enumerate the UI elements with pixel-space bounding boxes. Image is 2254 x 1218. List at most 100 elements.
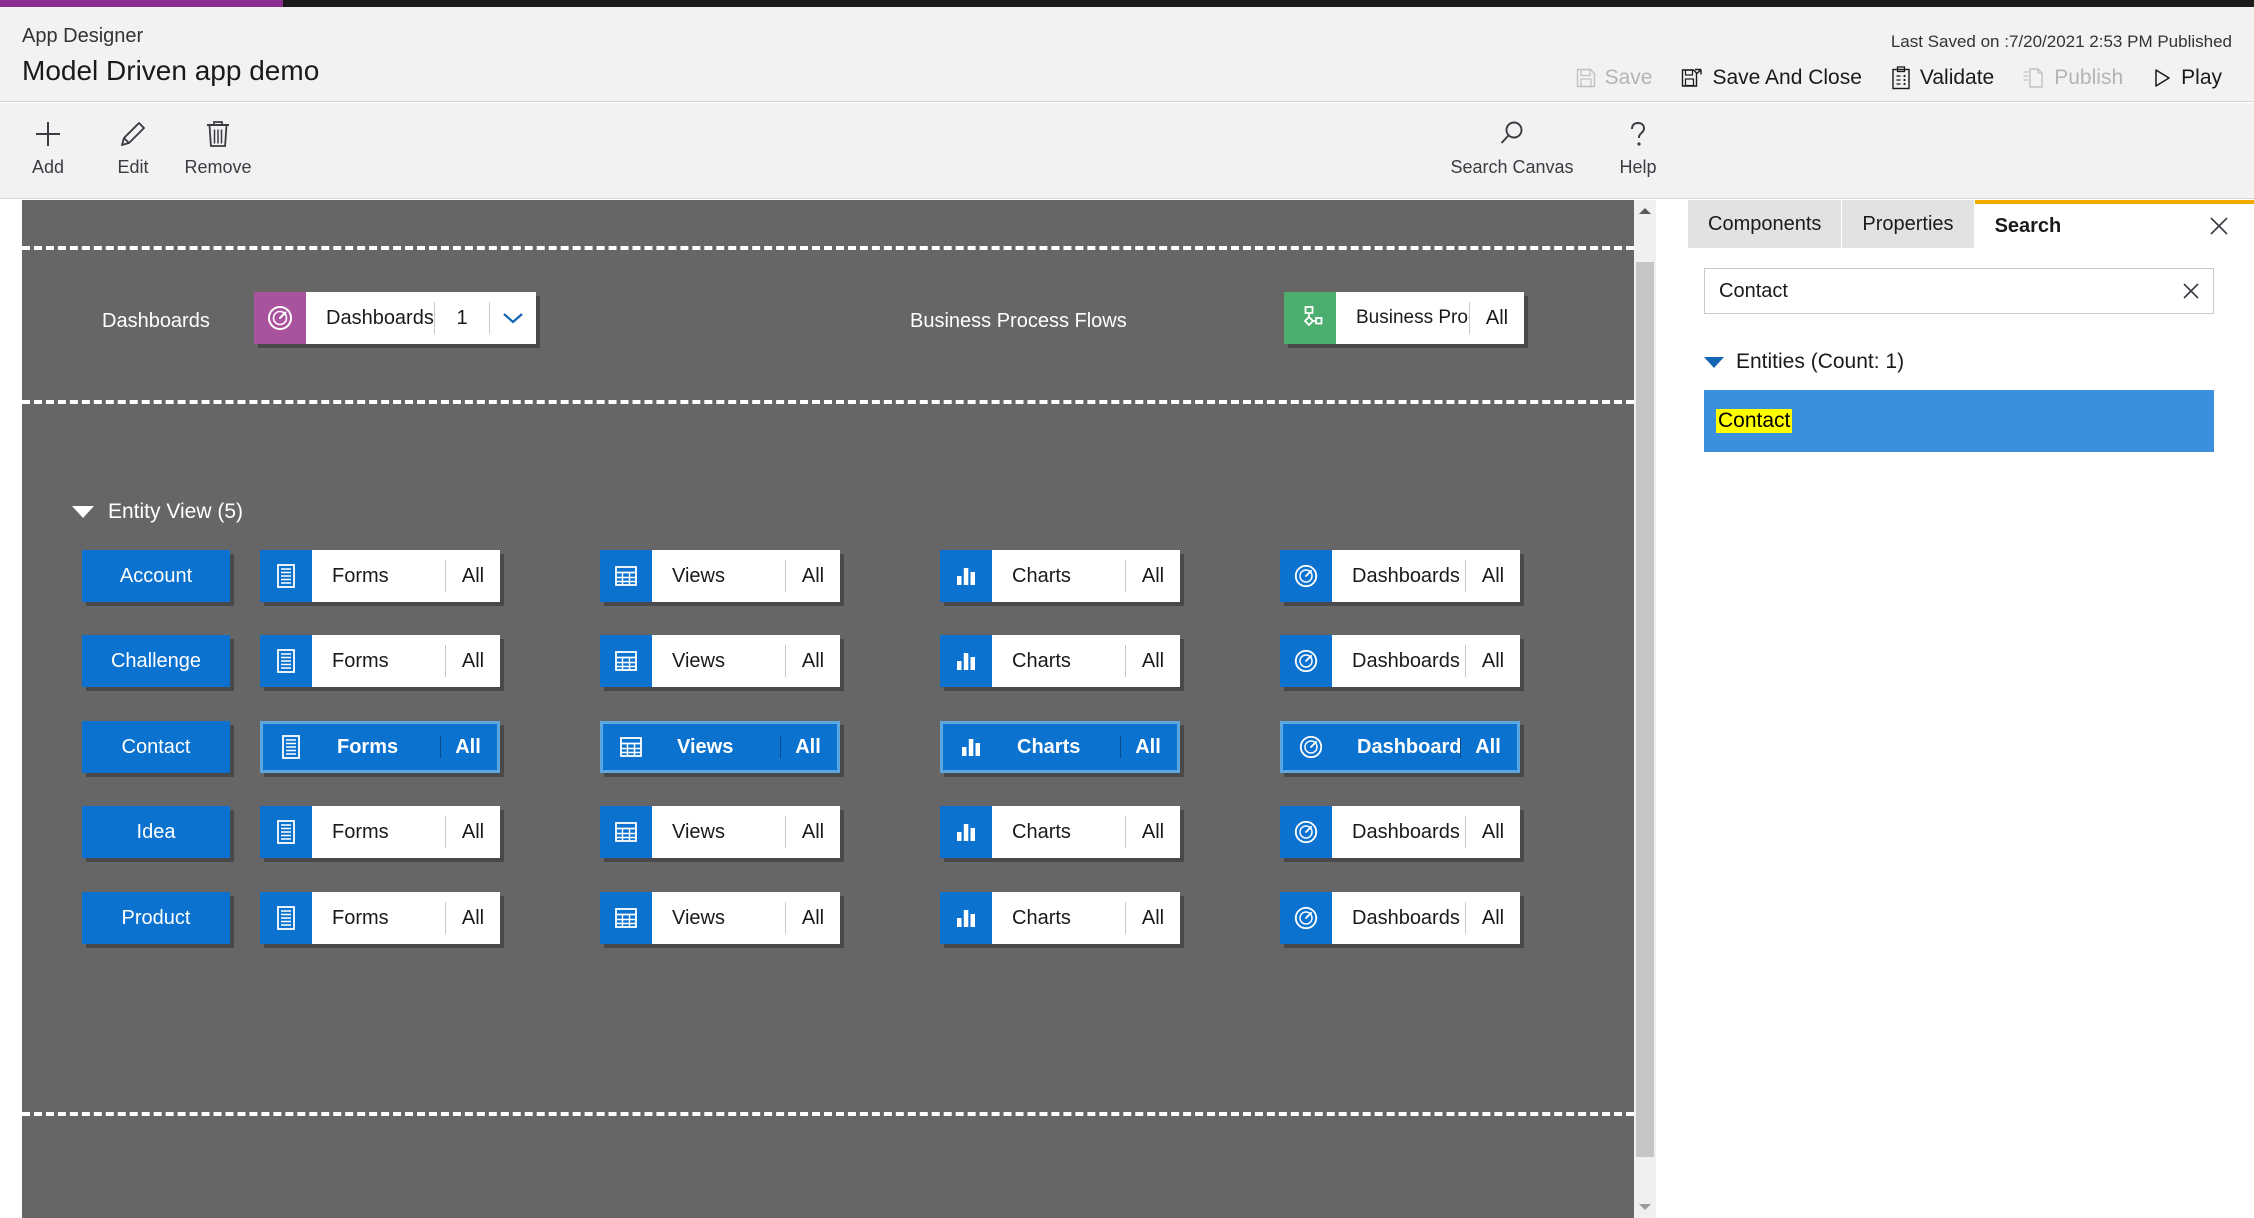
scroll-down-arrow-icon[interactable] (1634, 1196, 1656, 1218)
trash-icon (203, 113, 233, 155)
entity-button-idea[interactable]: Idea (82, 806, 230, 858)
component-tile-views[interactable]: Views All (600, 550, 840, 602)
publish-button[interactable]: Publish (2008, 62, 2137, 94)
entity-button-product[interactable]: Product (82, 892, 230, 944)
dashboards-tile[interactable]: Dashboards 1 (254, 292, 536, 344)
breadcrumb: App Designer (22, 25, 144, 47)
grid-table-icon (600, 806, 652, 858)
component-tile-dashboards[interactable]: Dashboards All (1280, 892, 1520, 944)
help-label: Help (1619, 157, 1657, 177)
entity-button-label: Product (121, 906, 191, 929)
search-input[interactable] (1705, 279, 2169, 303)
panel-tab-strip: Components Properties Search (1688, 200, 2254, 248)
component-tile-count: All (1141, 649, 1165, 672)
canvas-vertical-scrollbar[interactable] (1634, 200, 1656, 1218)
component-tile-charts[interactable]: Charts All (940, 635, 1180, 687)
component-tile-dashboards[interactable]: Dashboards All (1280, 635, 1520, 687)
bpf-tile-count: All (1485, 306, 1509, 329)
entity-button-challenge[interactable]: Challenge (82, 635, 230, 687)
dashboard-gauge-icon (1280, 635, 1332, 687)
component-tile-forms[interactable]: Forms All (260, 550, 500, 602)
tab-components[interactable]: Components (1688, 200, 1843, 248)
search-field[interactable] (1704, 268, 2214, 314)
grid-table-icon (600, 892, 652, 944)
component-tile-count: All (461, 906, 485, 929)
bar-chart-icon (940, 635, 992, 687)
search-canvas-button[interactable]: Search Canvas (1442, 113, 1582, 178)
entity-button-contact[interactable]: Contact (82, 721, 230, 773)
component-tile-charts[interactable]: Charts All (940, 550, 1180, 602)
scroll-up-arrow-icon[interactable] (1634, 200, 1656, 222)
component-tile-name: Views (672, 820, 725, 843)
entity-button-label: Challenge (110, 649, 202, 672)
component-tile-charts[interactable]: Charts All (940, 806, 1180, 858)
bar-chart-icon (940, 806, 992, 858)
close-icon[interactable] (2204, 211, 2234, 241)
entity-row: Contact Forms All Views All Charts All Dashboar… (22, 721, 1634, 777)
add-label: Add (31, 157, 65, 177)
component-tile-name: Dashboards (1352, 820, 1460, 843)
search-result-label: Contact (1716, 409, 1793, 433)
component-tile-name: Views (672, 649, 725, 672)
dashboard-gauge-icon (1280, 550, 1332, 602)
results-group-toggle[interactable]: Entities (Count: 1) (1704, 350, 1904, 374)
tab-properties[interactable]: Properties (1842, 200, 1975, 248)
component-tile-views[interactable]: Views All (600, 806, 840, 858)
entity-row: Idea Forms All Views All Charts All Dashboards A… (22, 806, 1634, 862)
entity-button-account[interactable]: Account (82, 550, 230, 602)
search-result-item[interactable]: Contact (1704, 390, 2214, 452)
save-and-close-button[interactable]: Save And Close (1666, 62, 1875, 94)
save-label: Save (1604, 66, 1653, 89)
component-tile-dashboards[interactable]: Dashboards All (1280, 806, 1520, 858)
chevron-down-icon[interactable] (490, 292, 536, 344)
validate-button[interactable]: Validate (1876, 62, 2008, 94)
title-bar-background (283, 0, 2254, 7)
component-tile-count: All (1141, 820, 1165, 843)
component-tile-name: Forms (332, 820, 389, 843)
component-tile-name: Views (672, 906, 725, 929)
component-tile-name: Forms (337, 735, 399, 758)
entity-view-collapse-toggle[interactable]: Entity View (5) (72, 500, 243, 524)
play-label: Play (2181, 66, 2222, 89)
component-tile-name: Views (672, 564, 725, 587)
component-tile-forms[interactable]: Forms All (260, 806, 500, 858)
component-tile-charts[interactable]: Charts All (940, 892, 1180, 944)
component-tile-count: All (1141, 564, 1165, 587)
component-tile-forms[interactable]: Forms All (260, 892, 500, 944)
right-side-panel: Components Properties Search Entities (C… (1688, 200, 2254, 1218)
canvas-divider-middle (22, 400, 1634, 404)
component-tile-count: All (461, 820, 485, 843)
process-flow-icon (1284, 292, 1336, 344)
command-toolbar: Add Edit Remove Search Canvas Help (0, 103, 2254, 199)
help-button[interactable]: Help (1590, 113, 1686, 178)
entity-button-label: Idea (136, 820, 176, 843)
add-button[interactable]: Add (0, 113, 96, 178)
component-tile-forms[interactable]: Forms All (260, 635, 500, 687)
entity-view-label: Entity View (5) (108, 500, 243, 523)
grid-table-icon (600, 550, 652, 602)
tab-search[interactable]: Search (1974, 200, 2254, 248)
last-saved-status: Last Saved on :7/20/2021 2:53 PM Publish… (1890, 32, 2232, 51)
edit-button[interactable]: Edit (85, 113, 181, 178)
save-button[interactable]: Save (1561, 62, 1667, 94)
component-tile-views[interactable]: Views All (600, 635, 840, 687)
tab-components-label: Components (1708, 212, 1822, 235)
component-tile-count: All (801, 649, 825, 672)
component-tile-charts[interactable]: Charts All (940, 721, 1180, 773)
clear-search-icon[interactable] (2169, 269, 2213, 313)
component-tile-views[interactable]: Views All (600, 721, 840, 773)
component-tile-views[interactable]: Views All (600, 892, 840, 944)
business-process-flows-tile[interactable]: Business Proces... All (1284, 292, 1524, 344)
component-tile-count: All (1141, 906, 1165, 929)
remove-button[interactable]: Remove (170, 113, 266, 178)
dashboards-tile-count: 1 (456, 306, 468, 329)
grid-table-icon (605, 726, 657, 768)
play-button[interactable]: Play (2137, 62, 2236, 94)
scrollbar-thumb[interactable] (1636, 262, 1654, 1157)
publish-page-icon (2022, 66, 2046, 90)
component-tile-dashboards[interactable]: Dashboards All (1280, 550, 1520, 602)
bpf-group-label: Business Process Flows (910, 310, 1127, 332)
component-tile-dashboards[interactable]: Dashboards All (1280, 721, 1520, 773)
entity-row: Product Forms All Views All Charts All Dashboar… (22, 892, 1634, 948)
component-tile-forms[interactable]: Forms All (260, 721, 500, 773)
